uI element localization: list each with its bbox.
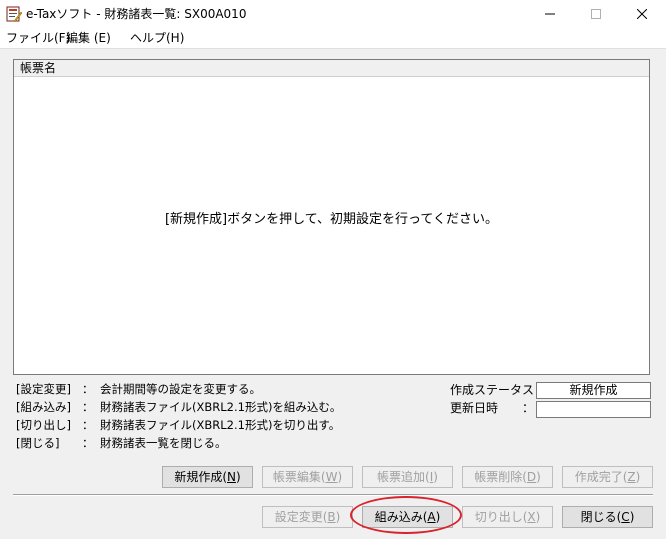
help-sep: ： (82, 436, 94, 450)
help-desc: 会計期間等の設定を変更する。 (100, 382, 261, 396)
title-bar[interactable]: e-Taxソフト - 財務諸表一覧: SX00A010 (0, 0, 666, 28)
btn-accesskey: N (227, 470, 236, 484)
btn-label: 設定変更( (274, 510, 328, 524)
btn-label: 新規作成( (174, 470, 227, 484)
help-sep: ： (82, 400, 94, 414)
btn-suffix: ) (535, 510, 541, 524)
new-create-button[interactable]: 新規作成(N) (162, 466, 253, 488)
help-key: [設定変更] (16, 382, 71, 396)
btn-accesskey: W (325, 470, 338, 484)
button-separator (13, 494, 653, 496)
financial-statements-window: e-Taxソフト - 財務諸表一覧: SX00A010 ファイル(F) 編集 (… (0, 0, 666, 539)
help-key: [組み込み] (16, 400, 71, 414)
empty-list-message: [新規作成]ボタンを押して、初期設定を行ってください。 (164, 212, 499, 227)
menu-help[interactable]: ヘルプ(H) (130, 30, 184, 46)
maximize-button[interactable] (573, 0, 619, 28)
change-settings-button[interactable]: 設定変更(B) (262, 506, 353, 528)
window-title: e-Taxソフト - 財務諸表一覧: SX00A010 (26, 7, 247, 21)
help-row-close: [閉じる] ： 財務諸表一覧を閉じる。 (16, 435, 227, 451)
list-header: 帳票名 (14, 60, 649, 77)
updated-datetime-label: 更新日時 ： (450, 401, 535, 415)
maximize-icon (591, 9, 601, 19)
btn-accesskey: D (526, 470, 537, 484)
updated-datetime-field (536, 401, 651, 418)
help-key: [切り出し] (16, 418, 71, 432)
help-row-import: [組み込み] ： 財務諸表ファイル(XBRL2.1形式)を組み込む。 (16, 399, 341, 415)
report-list[interactable]: 帳票名 [新規作成]ボタンを押して、初期設定を行ってください。 (13, 59, 650, 375)
menu-file[interactable]: ファイル(F) (6, 30, 70, 46)
btn-accesskey: B (327, 510, 336, 524)
help-row-settings: [設定変更] ： 会計期間等の設定を変更する。 (16, 381, 261, 397)
minimize-button[interactable] (527, 0, 573, 28)
btn-suffix: ) (629, 510, 635, 524)
etax-app-icon (6, 6, 22, 22)
help-desc: 財務諸表ファイル(XBRL2.1形式)を組み込む。 (100, 400, 342, 414)
btn-label: 帳票編集( (272, 470, 326, 484)
creation-status-field: 新規作成 (536, 382, 651, 399)
btn-label: 帳票削除( (474, 470, 527, 484)
btn-suffix: ) (635, 470, 641, 484)
btn-accesskey: Z (627, 470, 636, 484)
help-row-export: [切り出し] ： 財務諸表ファイル(XBRL2.1形式)を切り出す。 (16, 417, 340, 433)
help-sep: ： (82, 382, 94, 396)
export-button[interactable]: 切り出し(X) (462, 506, 553, 528)
help-sep: ： (82, 418, 94, 432)
complete-creation-button[interactable]: 作成完了(Z) (562, 466, 653, 488)
column-header-report-name[interactable]: 帳票名 (20, 61, 56, 75)
btn-accesskey: X (527, 510, 536, 524)
highlight-annotation (350, 496, 462, 534)
edit-report-button[interactable]: 帳票編集(W) (262, 466, 353, 488)
close-icon (637, 9, 647, 19)
close-button[interactable]: 閉じる(C) (562, 506, 653, 528)
add-report-button[interactable]: 帳票追加(I) (362, 466, 453, 488)
btn-label: 閉じる( (580, 510, 622, 524)
minimize-icon (545, 13, 555, 15)
menu-edit[interactable]: 編集 (E) (66, 30, 111, 46)
help-desc: 財務諸表一覧を閉じる。 (100, 436, 227, 450)
btn-suffix: ) (433, 470, 438, 484)
btn-suffix: ) (337, 470, 343, 484)
help-desc: 財務諸表ファイル(XBRL2.1形式)を切り出す。 (100, 418, 341, 432)
btn-label: 作成完了( (574, 470, 628, 484)
delete-report-button[interactable]: 帳票削除(D) (462, 466, 553, 488)
btn-label: 切り出し( (474, 510, 528, 524)
btn-suffix: ) (536, 470, 541, 484)
help-key: [閉じる] (16, 436, 60, 450)
menu-bar: ファイル(F) 編集 (E) ヘルプ(H) (0, 28, 666, 49)
creation-status-label: 作成ステータス： (450, 383, 547, 397)
close-window-button[interactable] (619, 0, 665, 28)
btn-suffix: ) (235, 470, 241, 484)
btn-suffix: ) (335, 510, 341, 524)
btn-accesskey: C (621, 510, 630, 524)
btn-label: 帳票追加( (377, 470, 430, 484)
